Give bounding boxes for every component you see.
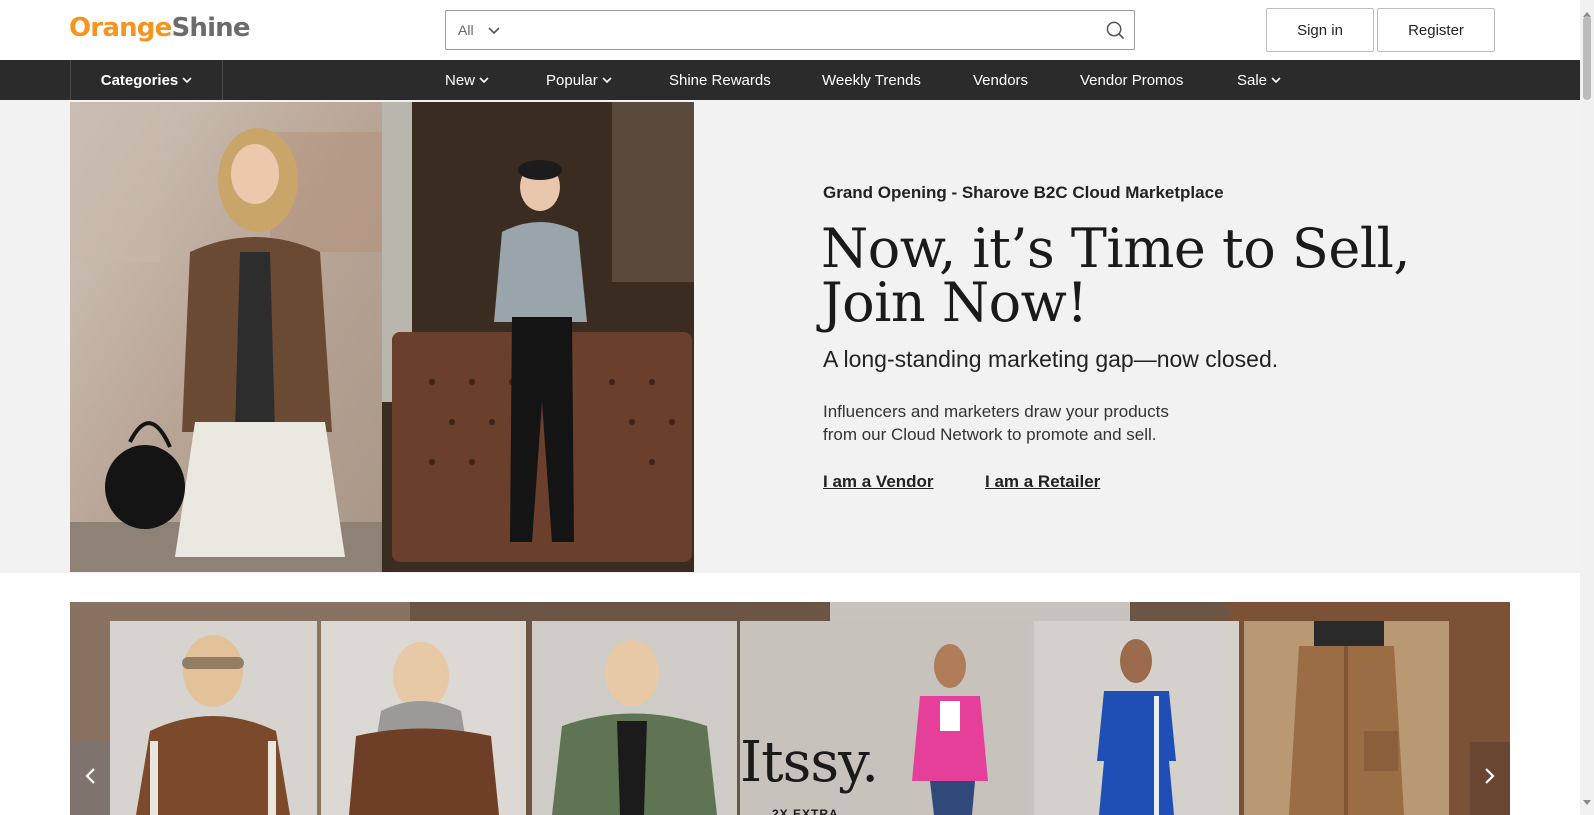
- carousel-prev-button[interactable]: [70, 742, 110, 815]
- logo-part-shine: Shine: [171, 13, 250, 43]
- page-scrollbar[interactable]: [1580, 0, 1594, 815]
- nav-item-label: New: [445, 71, 476, 89]
- carousel-brand-name: Itssy.: [740, 730, 879, 795]
- chevron-down-icon: [479, 75, 489, 85]
- hero-eyebrow: Grand Opening - Sharove B2C Cloud Market…: [823, 183, 1224, 202]
- nav-item-new[interactable]: New: [445, 60, 489, 100]
- nav-item-label: Sale: [1237, 71, 1268, 89]
- hero-description-line-1: Influencers and marketers draw your prod…: [823, 402, 1169, 421]
- carousel-product-tile[interactable]: [532, 621, 737, 815]
- hero-title-line-2: Join Now!: [821, 271, 1088, 334]
- search-scope-select[interactable]: All: [458, 11, 500, 49]
- nav-item-label: Vendors: [973, 71, 1029, 89]
- hero-title: Now, it’s Time to Sell, Join Now!: [821, 222, 1521, 330]
- nav-item-weekly-trends[interactable]: Weekly Trends: [822, 60, 921, 100]
- register-button[interactable]: Register: [1377, 8, 1495, 52]
- chevron-down-icon: [182, 75, 192, 85]
- hero-banner: Grand Opening - Sharove B2C Cloud Market…: [0, 100, 1580, 573]
- site-logo[interactable]: OrangeShine: [69, 12, 251, 44]
- nav-item-label: Shine Rewards: [669, 71, 771, 89]
- search-input[interactable]: [516, 15, 1076, 45]
- carousel-next-button[interactable]: [1470, 742, 1510, 815]
- promo-carousel: Itssy. 2X EXTRA: [70, 602, 1510, 815]
- nav-item-label: Popular: [546, 71, 598, 89]
- hero-title-line-1: Now, it’s Time to Sell,: [821, 217, 1411, 280]
- main-nav: Categories New Popular Shine Rewards Wee…: [0, 60, 1580, 100]
- hero-description-line-2: from our Cloud Network to promote and se…: [823, 425, 1157, 444]
- hero-photo-plaid-blazer: [70, 102, 382, 572]
- search-scope-value: All: [458, 22, 474, 38]
- vendor-link[interactable]: I am a Vendor: [823, 472, 934, 492]
- logo-part-orange: Orange: [69, 13, 172, 43]
- nav-item-label: Weekly Trends: [822, 71, 921, 89]
- nav-item-vendors[interactable]: Vendors: [973, 60, 1028, 100]
- carousel-product-tile[interactable]: [1244, 621, 1449, 815]
- site-header: OrangeShine All Sign in Register: [0, 0, 1580, 60]
- hero-subtitle: A long-standing marketing gap—now closed…: [823, 346, 1279, 372]
- search-bar: All: [445, 10, 1135, 50]
- nav-item-vendor-promos[interactable]: Vendor Promos: [1080, 60, 1183, 100]
- hero-description: Influencers and marketers draw your prod…: [823, 400, 1183, 446]
- nav-item-shine-rewards[interactable]: Shine Rewards: [669, 60, 771, 100]
- nav-item-popular[interactable]: Popular: [546, 60, 612, 100]
- carousel-product-tile[interactable]: [1034, 621, 1239, 815]
- hero-photo-leather-pants: [382, 102, 694, 572]
- chevron-down-icon: [602, 75, 612, 85]
- chevron-right-icon: [1484, 767, 1496, 790]
- chevron-down-icon: [487, 22, 500, 38]
- scroll-down-icon[interactable]: [1583, 793, 1591, 811]
- carousel-brand-subtext: 2X EXTRA: [772, 807, 839, 815]
- categories-menu[interactable]: Categories: [70, 60, 223, 100]
- carousel-product-tile[interactable]: [110, 621, 317, 815]
- carousel-product-tile[interactable]: [321, 621, 526, 815]
- chevron-down-icon: [1271, 75, 1281, 85]
- nav-item-label: Vendor Promos: [1080, 71, 1184, 89]
- categories-label: Categories: [100, 71, 179, 89]
- chevron-left-icon: [84, 767, 96, 790]
- nav-item-sale[interactable]: Sale: [1237, 60, 1281, 100]
- search-icon[interactable]: [1104, 19, 1126, 41]
- scrollbar-thumb[interactable]: [1583, 16, 1591, 100]
- retailer-link[interactable]: I am a Retailer: [985, 472, 1100, 492]
- sign-in-button[interactable]: Sign in: [1266, 8, 1374, 52]
